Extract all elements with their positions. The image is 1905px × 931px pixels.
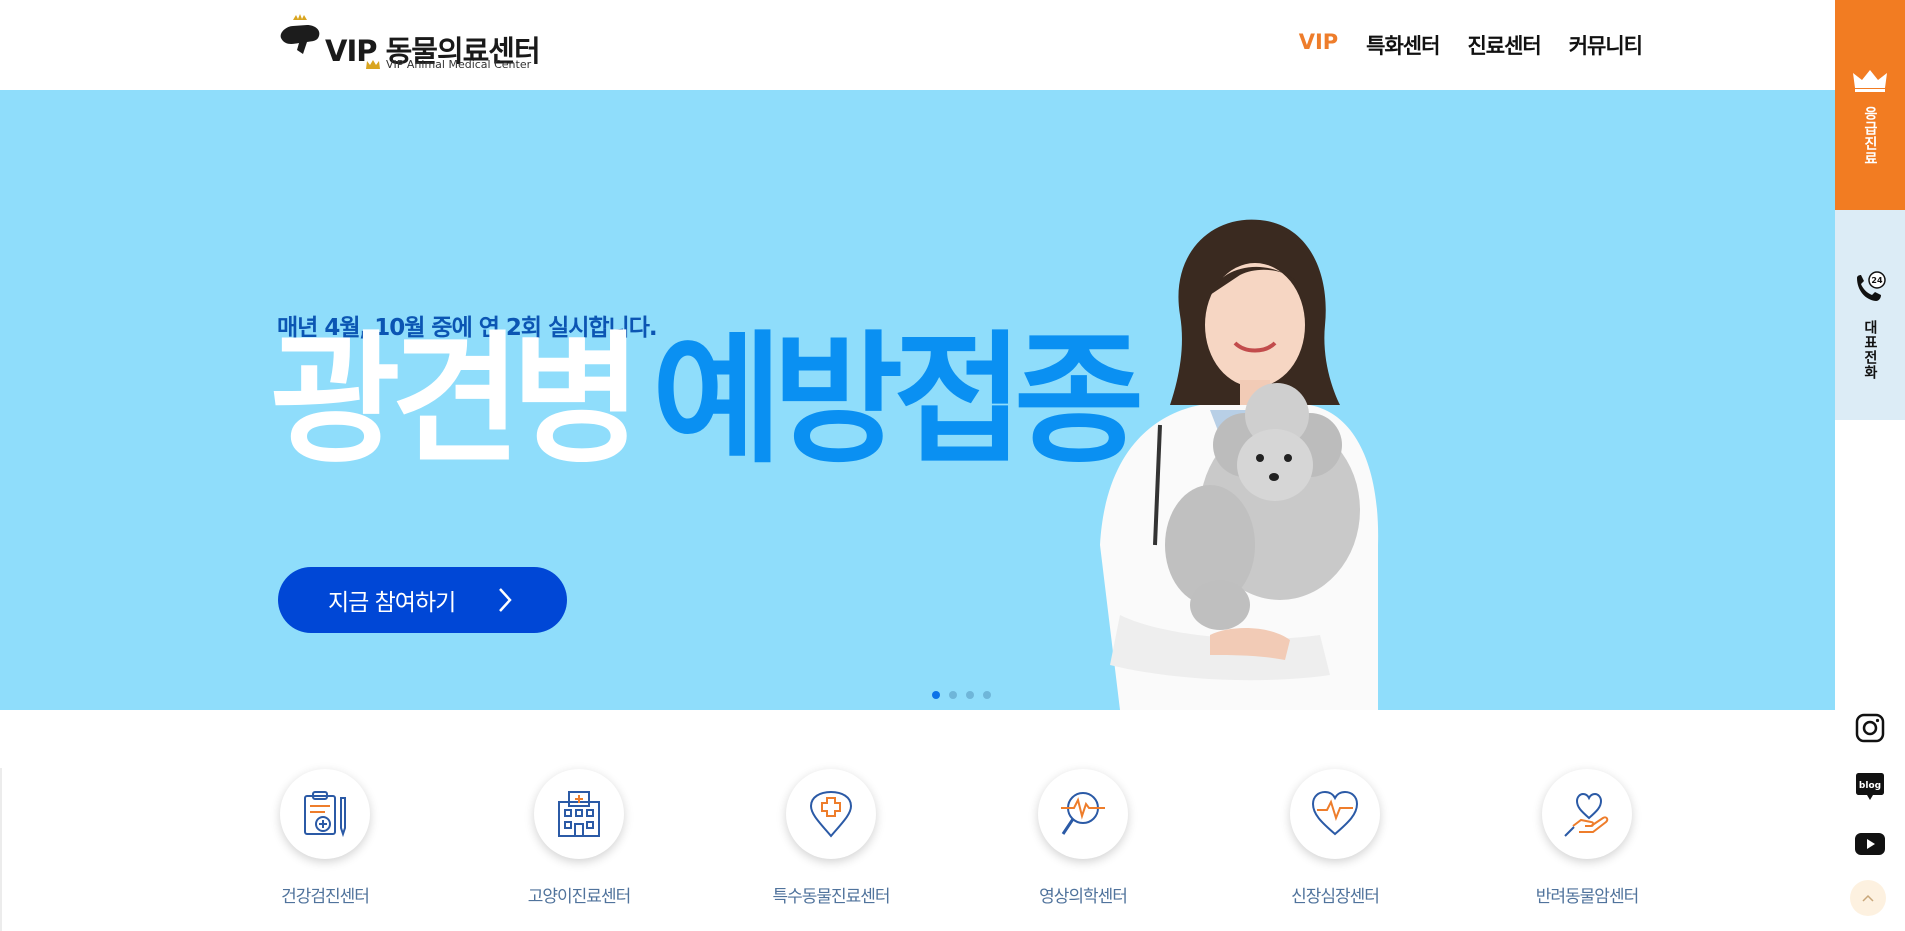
slide-dot-3[interactable] <box>966 691 974 699</box>
center-item-kidney-heart[interactable]: 신장심장센터 <box>1260 769 1410 907</box>
center-label: 특수동물진료센터 <box>772 887 890 907</box>
center-label: 신장심장센터 <box>1291 887 1380 907</box>
slide-dot-4[interactable] <box>983 691 991 699</box>
clipboard-health-icon <box>304 791 346 838</box>
center-label: 영상의학센터 <box>1039 887 1128 907</box>
main-phone-button[interactable]: 24 대표전화 <box>1835 210 1905 420</box>
center-item-cancer[interactable]: 반려동물암센터 <box>1512 769 1662 907</box>
chevron-up-icon <box>1862 894 1874 902</box>
hero-title: 광견병 예방접종 <box>270 330 1144 472</box>
join-now-label: 지금 참여하기 <box>328 590 456 616</box>
instagram-icon[interactable] <box>1854 712 1886 744</box>
center-item-cat-clinic[interactable]: 고양이진료센터 <box>504 769 654 907</box>
phone-24-icon: 24 <box>1857 271 1886 301</box>
nav-item-vip[interactable]: VIP <box>1299 30 1338 60</box>
hospital-building-icon <box>558 791 600 837</box>
slide-dot-1[interactable] <box>932 691 940 699</box>
center-icon-circle <box>280 769 370 859</box>
dog-crown-icon <box>280 14 320 54</box>
scroll-to-top-button[interactable] <box>1850 880 1886 916</box>
chevron-right-icon <box>499 588 512 612</box>
site-header: VIP 동물의료센터 VIP Animal Medical Center VIP… <box>0 0 1835 90</box>
join-now-button[interactable]: 지금 참여하기 <box>278 567 567 633</box>
logo-subtitle: VIP Animal Medical Center <box>386 58 532 71</box>
center-icon-circle <box>534 769 624 859</box>
emergency-label: 응급진료 <box>1862 106 1878 166</box>
right-quick-menu: 응급진료 24 대표전화 blog <box>1835 0 1905 931</box>
svg-text:blog: blog <box>1859 781 1881 791</box>
main-nav: VIP 특화센터 진료센터 커뮤니티 <box>1299 30 1643 60</box>
nav-item-community[interactable]: 커뮤니티 <box>1569 30 1643 60</box>
nav-item-clinic-center[interactable]: 진료센터 <box>1467 30 1541 60</box>
center-label: 반려동물암센터 <box>1535 887 1639 907</box>
logo[interactable]: VIP 동물의료센터 VIP Animal Medical Center <box>277 14 541 74</box>
vet-with-poodle-image <box>1100 219 1379 710</box>
emergency-button[interactable]: 응급진료 <box>1835 0 1905 210</box>
crown-icon <box>366 60 380 69</box>
slide-dot-2[interactable] <box>949 691 957 699</box>
center-label: 고양이진료센터 <box>527 887 631 907</box>
crown-icon <box>1853 70 1887 92</box>
center-label: 건강검진센터 <box>281 887 370 907</box>
magnifier-pulse-icon <box>1061 792 1105 835</box>
hero-title-white: 광견병 <box>270 318 642 483</box>
center-item-exotic-animal-clinic[interactable]: 특수동물진료센터 <box>756 769 906 907</box>
slider-dots <box>932 691 991 699</box>
heart-hand-icon <box>1564 792 1609 837</box>
center-item-imaging[interactable]: 영상의학센터 <box>1008 769 1158 907</box>
blog-icon[interactable]: blog <box>1854 772 1886 802</box>
hero-banner: 매년 4월, 10월 중에 연 2회 실시합니다. 광견병 예방접종 지금 참여하… <box>0 90 1835 710</box>
nav-item-specialty-center[interactable]: 특화센터 <box>1366 30 1440 60</box>
center-item-health-checkup[interactable]: 건강검진센터 <box>250 769 400 907</box>
center-icon-circle <box>1542 769 1632 859</box>
medical-pin-icon <box>809 790 853 838</box>
center-icon-circle <box>786 769 876 859</box>
center-icon-circle <box>1038 769 1128 859</box>
main-phone-label: 대표전화 <box>1862 320 1878 380</box>
center-icon-circle <box>1290 769 1380 859</box>
svg-text:24: 24 <box>1871 276 1883 285</box>
youtube-icon[interactable] <box>1854 832 1886 856</box>
heart-pulse-icon <box>1311 790 1359 836</box>
